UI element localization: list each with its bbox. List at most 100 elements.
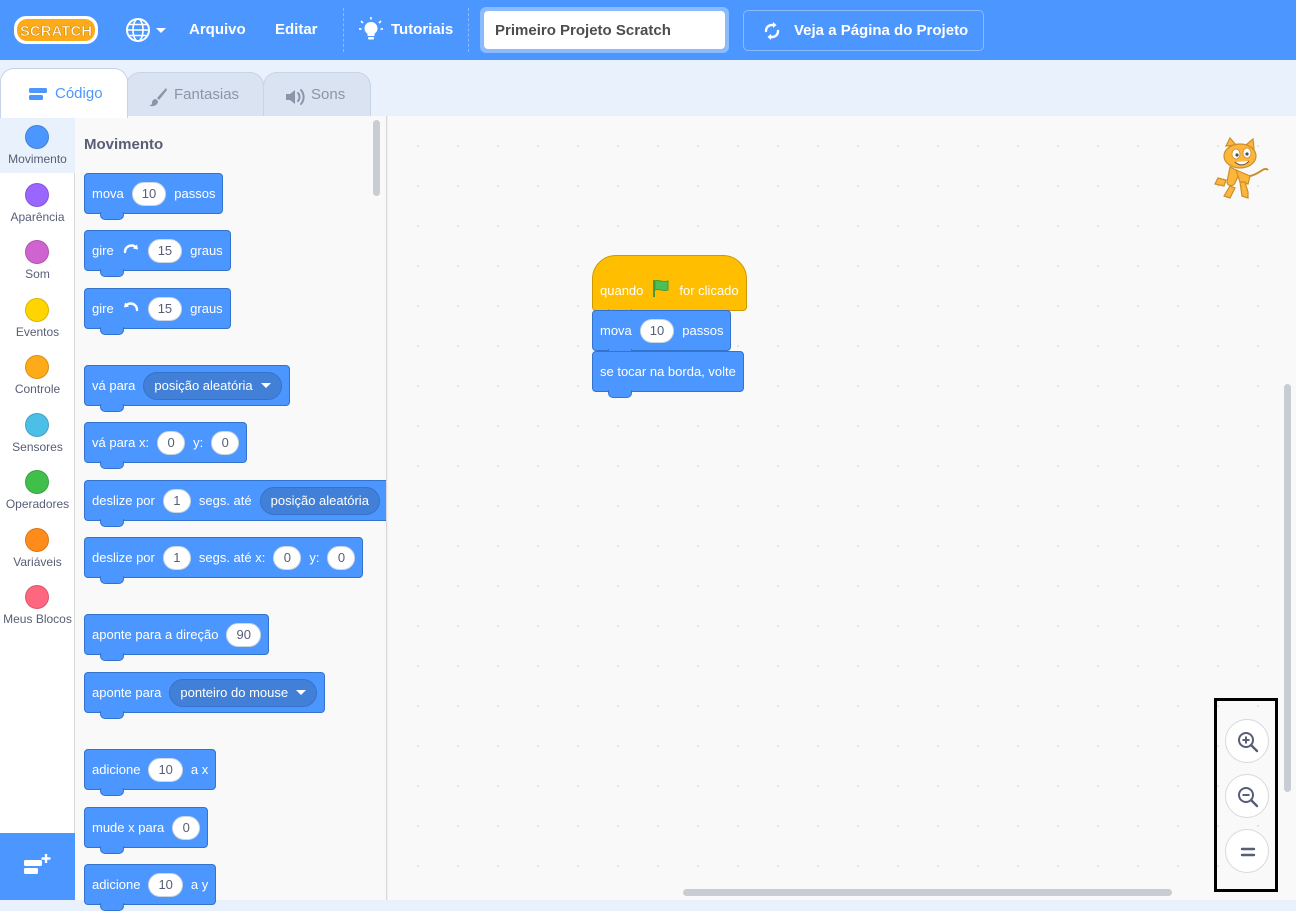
add-extension-button[interactable]: [0, 833, 75, 900]
script-bounce-on-edge[interactable]: se tocar na borda, volte: [592, 351, 744, 398]
block-text: segs. até: [198, 493, 252, 508]
palette-scrollbar[interactable]: [373, 120, 380, 196]
block-point-towards[interactable]: aponte para ponteiro do mouse: [84, 672, 326, 719]
block-text: se tocar na borda, volte: [600, 364, 736, 379]
category-my-blocks-dot: [25, 585, 49, 609]
lightbulb-icon: [359, 17, 383, 40]
block-dropdown[interactable]: ponteiro do mouse: [169, 678, 318, 707]
block-text: passos: [174, 186, 216, 201]
zoom-reset-button[interactable]: [1225, 829, 1269, 873]
scratch-logo[interactable]: SCRATCH: [13, 14, 99, 46]
globe-icon: [126, 18, 150, 42]
block-text: mova: [92, 186, 124, 201]
see-project-page-button[interactable]: Veja a Página do Projeto: [743, 10, 984, 51]
block-move-steps[interactable]: mova 10 passos: [84, 173, 224, 220]
tab-costumes[interactable]: Fantasias: [126, 72, 264, 116]
block-input[interactable]: 0: [273, 545, 302, 570]
category-motion-dot: [25, 125, 49, 149]
workspace-vertical-scrollbar[interactable]: [1284, 384, 1291, 792]
tab-sounds-label: Sons: [311, 86, 346, 103]
block-input[interactable]: 10: [131, 181, 167, 206]
block-go-to-xy[interactable]: vá para x: 0 y: 0: [84, 422, 248, 469]
block-text: gire: [92, 243, 114, 258]
block-dropdown[interactable]: posição aleatória: [259, 486, 380, 515]
tutorials-menu[interactable]: Tutoriais: [359, 0, 453, 60]
category-sensing-dot: [25, 413, 49, 437]
category-sound-dot: [25, 240, 49, 264]
zoom-controls: [1214, 698, 1278, 892]
block-input[interactable]: 10: [148, 757, 183, 782]
block-input[interactable]: 0: [211, 430, 240, 455]
edit-menu[interactable]: Editar: [275, 0, 318, 60]
project-title-input[interactable]: [484, 11, 725, 49]
tab-code[interactable]: Código: [0, 68, 128, 118]
category-label: Sensores: [12, 440, 63, 454]
category-control[interactable]: Controle: [0, 346, 75, 403]
block-input[interactable]: 10: [148, 872, 183, 897]
block-text: mova: [600, 323, 632, 338]
category-sound[interactable]: Som: [0, 231, 75, 288]
block-input[interactable]: 15: [147, 296, 183, 321]
block-text: y:: [193, 435, 204, 450]
block-text: mude x para: [92, 820, 165, 835]
dropdown-value: ponteiro do mouse: [180, 685, 289, 700]
block-input[interactable]: 1: [162, 488, 191, 513]
block-dropdown[interactable]: posição aleatória: [143, 371, 282, 400]
block-input[interactable]: 0: [327, 545, 356, 570]
remix-arrows-icon: [764, 22, 780, 40]
category-label: Som: [25, 267, 50, 281]
block-input[interactable]: 90: [226, 622, 261, 647]
category-sensing[interactable]: Sensores: [0, 404, 75, 461]
category-label: Aparência: [10, 210, 65, 224]
language-menu[interactable]: [125, 17, 169, 43]
block-input[interactable]: 10: [639, 318, 675, 343]
block-point-direction[interactable]: aponte para a direção 90: [84, 614, 269, 661]
workspace-horizontal-scrollbar[interactable]: [683, 889, 1172, 896]
block-text: vá para x:: [92, 435, 150, 450]
chevron-down-icon: [156, 28, 166, 33]
block-glide-to[interactable]: deslize por 1 segs. até posição aleatóri…: [84, 480, 386, 527]
category-events[interactable]: Eventos: [0, 289, 75, 346]
block-change-y[interactable]: adicione 10 a y: [84, 864, 217, 911]
project-title-wrapper: [480, 7, 729, 53]
category-looks[interactable]: Aparência: [0, 174, 75, 231]
block-text: adicione: [92, 877, 141, 892]
block-input[interactable]: 15: [147, 238, 183, 263]
zoom-out-icon: [1238, 787, 1259, 808]
block-input[interactable]: 0: [157, 430, 186, 455]
block-text: for clicado: [679, 283, 739, 298]
block-turn-left[interactable]: gire 15 graus: [84, 288, 231, 335]
category-label: Operadores: [5, 497, 70, 511]
category-menu: Movimento Aparência Som Eventos Controle…: [0, 116, 75, 900]
block-glide-to-xy[interactable]: deslize por 1 segs. até x: 0 y: 0: [84, 537, 364, 584]
zoom-in-button[interactable]: [1225, 719, 1269, 763]
category-variables[interactable]: Variáveis: [0, 519, 75, 576]
block-set-x[interactable]: mude x para 0: [84, 807, 209, 854]
menu-divider: [343, 8, 344, 52]
tab-sounds[interactable]: Sons: [263, 72, 371, 116]
zoom-out-button[interactable]: [1225, 774, 1269, 818]
paintbrush-icon: [149, 88, 167, 107]
sprite-cat-icon: [1214, 136, 1269, 199]
block-turn-right[interactable]: gire 15 graus: [84, 230, 231, 277]
category-looks-dot: [25, 183, 49, 207]
block-text: adicione: [92, 762, 141, 777]
category-label: Controle: [14, 382, 61, 396]
category-motion[interactable]: Movimento: [0, 116, 75, 173]
category-label: Variáveis: [13, 555, 62, 569]
script-workspace[interactable]: [388, 116, 1296, 900]
category-my-blocks[interactable]: Meus Blocos: [0, 576, 75, 633]
file-menu[interactable]: Arquivo: [189, 0, 246, 60]
category-label: Meus Blocos: [3, 612, 72, 626]
script-when-flag-clicked[interactable]: quando for clicado: [592, 255, 747, 317]
block-input[interactable]: 1: [162, 545, 191, 570]
script-move-steps[interactable]: mova 10 passos: [592, 310, 732, 357]
tab-code-label: Código: [55, 85, 103, 102]
chevron-down-icon: [260, 383, 271, 388]
block-go-to[interactable]: vá para posição aleatória: [84, 365, 290, 412]
block-change-x[interactable]: adicione 10 a x: [84, 749, 217, 796]
green-flag-icon: [653, 279, 669, 297]
category-operators[interactable]: Operadores: [0, 461, 75, 518]
category-label: Movimento: [8, 152, 67, 166]
block-input[interactable]: 0: [172, 815, 201, 840]
